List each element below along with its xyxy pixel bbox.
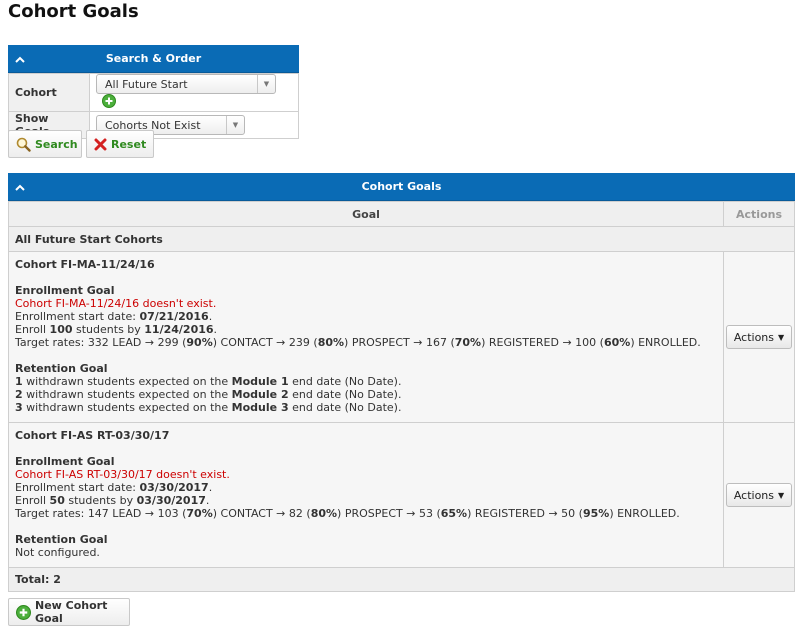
cohort-goals-panel: Cohort Goals Goal Actions All Future Sta… bbox=[8, 173, 795, 592]
add-circle-icon[interactable] bbox=[102, 94, 116, 111]
target-rates: Target rates: 147 LEAD → 103 (70%) CONTA… bbox=[15, 507, 680, 520]
cohort-label: Cohort bbox=[8, 73, 90, 112]
table-row: Cohort FI-MA-11/24/16 Enrollment Goal Co… bbox=[8, 251, 795, 423]
enrollment-start-date: Enrollment start date: 03/30/2017. bbox=[15, 481, 213, 494]
column-header-actions: Actions bbox=[723, 201, 795, 227]
enrollment-goal-heading: Enrollment Goal bbox=[15, 284, 115, 297]
search-button-label: Search bbox=[35, 137, 78, 151]
retention-line: Not configured. bbox=[15, 546, 100, 559]
retention-goal-heading: Retention Goal bbox=[15, 362, 108, 375]
actions-dropdown-button[interactable]: Actions ▼ bbox=[725, 325, 793, 349]
enroll-target: Enroll 100 students by 11/24/2016. bbox=[15, 323, 218, 336]
collapse-chevron-icon[interactable] bbox=[15, 173, 27, 201]
actions-button-label: Actions bbox=[733, 330, 775, 344]
actions-button-label: Actions bbox=[733, 488, 775, 502]
page-title: Cohort Goals bbox=[8, 1, 139, 22]
new-cohort-goal-label: New Cohort Goal bbox=[35, 599, 108, 625]
new-cohort-goal-button[interactable]: New Cohort Goal bbox=[8, 598, 130, 626]
caret-down-icon: ▼ bbox=[778, 490, 785, 500]
search-order-title: Search & Order bbox=[105, 52, 202, 65]
column-header-goal[interactable]: Goal bbox=[8, 201, 724, 227]
search-order-panel: Search & Order Cohort All Future Start ▼… bbox=[8, 45, 299, 139]
group-header: All Future Start Cohorts bbox=[8, 226, 795, 252]
red-x-icon bbox=[94, 138, 107, 151]
dropdown-arrow-icon: ▼ bbox=[226, 116, 244, 134]
magnifier-icon bbox=[16, 137, 31, 152]
enrollment-goal-heading: Enrollment Goal bbox=[15, 455, 115, 468]
error-message: Cohort FI-MA-11/24/16 doesn't exist. bbox=[15, 297, 217, 310]
retention-line: 2 withdrawn students expected on the Mod… bbox=[15, 388, 402, 401]
table-row: Cohort FI-AS RT-03/30/17 Enrollment Goal… bbox=[8, 422, 795, 568]
reset-button-label: Reset bbox=[111, 137, 147, 151]
search-order-header[interactable]: Search & Order bbox=[8, 45, 299, 73]
target-rates: Target rates: 332 LEAD → 299 (90%) CONTA… bbox=[15, 336, 701, 349]
cohort-goals-table: Goal Actions All Future Start Cohorts Co… bbox=[8, 201, 795, 592]
total-count: Total: 2 bbox=[8, 567, 795, 592]
cohort-goals-title: Cohort Goals bbox=[361, 180, 442, 193]
enroll-target: Enroll 50 students by 03/30/2017. bbox=[15, 494, 210, 507]
search-button[interactable]: Search bbox=[8, 130, 82, 158]
error-message: Cohort FI-AS RT-03/30/17 doesn't exist. bbox=[15, 468, 230, 481]
retention-line: 3 withdrawn students expected on the Mod… bbox=[15, 401, 402, 414]
cohort-goals-header[interactable]: Cohort Goals bbox=[8, 173, 795, 201]
dropdown-arrow-icon: ▼ bbox=[257, 75, 275, 93]
collapse-chevron-icon[interactable] bbox=[15, 45, 27, 73]
retention-line: 1 withdrawn students expected on the Mod… bbox=[15, 375, 402, 388]
enrollment-start-date: Enrollment start date: 07/21/2016. bbox=[15, 310, 213, 323]
caret-down-icon: ▼ bbox=[778, 332, 785, 342]
reset-button[interactable]: Reset bbox=[86, 130, 154, 158]
add-circle-icon bbox=[16, 604, 31, 620]
actions-dropdown-button[interactable]: Actions ▼ bbox=[725, 483, 793, 507]
cohort-select-value: All Future Start bbox=[105, 77, 188, 91]
cohort-name: Cohort FI-AS RT-03/30/17 bbox=[15, 429, 170, 442]
retention-goal-heading: Retention Goal bbox=[15, 533, 108, 546]
cohort-name: Cohort FI-MA-11/24/16 bbox=[15, 258, 155, 271]
cohort-select[interactable]: All Future Start ▼ bbox=[96, 74, 276, 94]
